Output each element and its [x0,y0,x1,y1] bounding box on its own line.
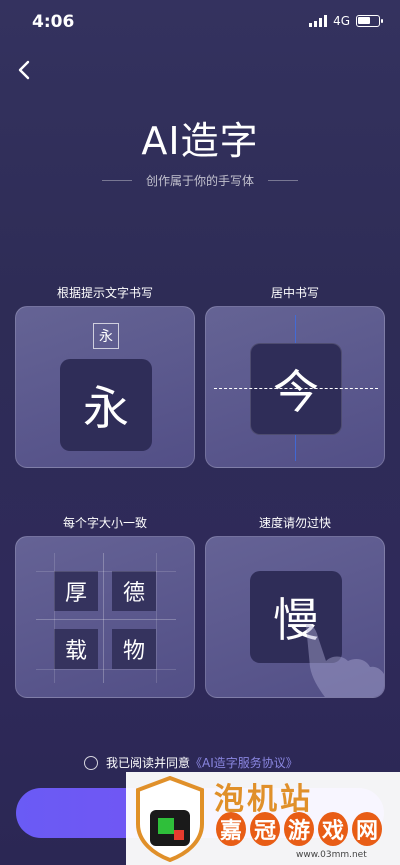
subtitle-row: 创作属于你的手写体 [0,172,400,189]
grid-line [36,619,176,620]
agreement-link[interactable]: 《AI造字服务协议》 [190,754,298,771]
signal-icon [309,15,328,27]
card-label: 居中书写 [270,286,319,300]
center-guide-horizontal [214,388,378,389]
grid-line [36,669,176,670]
card-label: 根据提示文字书写 [56,286,153,300]
status-bar: 4:06 4G [0,0,400,44]
page-title: AI造字 [141,119,259,163]
watermark-char: 戏 [318,812,348,846]
grid-char: 载 [54,629,98,669]
sample-char: 永 [60,359,152,451]
watermark-char: 游 [284,812,314,846]
divider [101,180,132,181]
back-button[interactable] [10,56,38,84]
tip-card-prompt: 永 永 [15,306,195,468]
status-icons: 4G [309,14,383,28]
status-time: 4:06 [32,12,75,32]
agreement-text: 我已阅读并同意 [106,756,191,770]
hint-char: 永 [93,323,119,349]
grid-line [36,571,176,572]
watermark-chars: 嘉 冠 游 戏 网 [216,812,382,846]
tip-card-center: 今 [205,306,385,468]
agree-radio[interactable] [84,755,98,770]
divider [268,180,298,181]
tip-card-speed: 慢 [205,536,385,698]
card-label: 速度请勿过快 [258,516,331,530]
network-type: 4G [333,14,350,28]
tip-card-size: 厚 德 载 物 [15,536,195,698]
grid-line [156,553,157,683]
hand-pointer-icon [306,624,384,697]
watermark-char: 冠 [250,812,280,846]
watermark-url: www.03mm.net [296,850,367,860]
chevron-left-icon [18,60,30,80]
watermark-char: 嘉 [216,812,246,846]
watermark-char: 网 [352,812,382,846]
watermark-logo-icon [136,776,204,862]
grid-char: 物 [112,629,156,669]
grid-char: 厚 [54,571,98,611]
card-label: 每个字大小一致 [62,516,147,530]
agreement-row[interactable]: 我已阅读并同意 《AI造字服务协议》 [84,754,298,771]
grid-line [103,553,104,683]
watermark: 泡机站 嘉 冠 游 戏 网 www.03mm.net [126,772,400,865]
page-subtitle: 创作属于你的手写体 [145,174,254,188]
sample-char: 今 [250,343,342,435]
battery-icon [356,15,383,27]
grid-char: 德 [112,571,156,611]
grid-line [54,553,55,683]
